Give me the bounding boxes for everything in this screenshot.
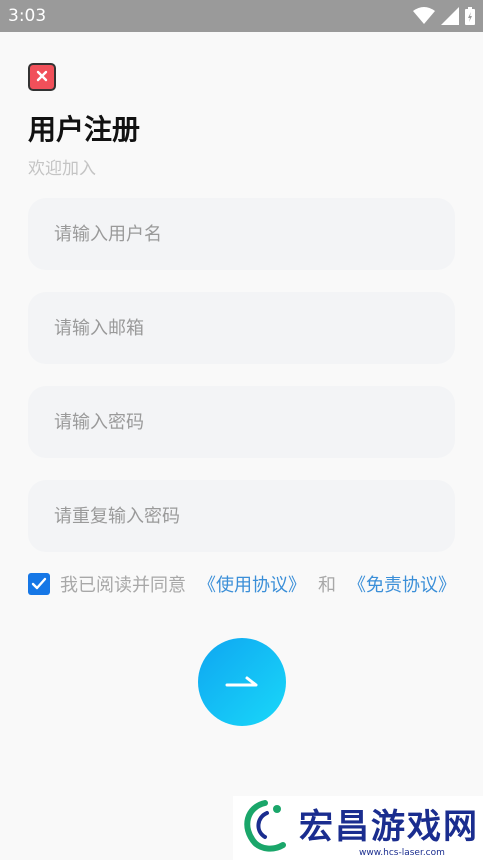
battery-icon	[465, 7, 475, 29]
disclaimer-link[interactable]: 《免责协议》	[348, 571, 456, 597]
user-agreement-link[interactable]: 《使用协议》	[198, 571, 306, 597]
submit-button[interactable]	[198, 638, 286, 726]
wifi-icon	[413, 7, 435, 29]
agreement-checkbox[interactable]	[28, 573, 50, 595]
username-field-container	[28, 198, 455, 270]
username-input[interactable]	[28, 198, 455, 270]
close-button[interactable]	[28, 63, 56, 91]
watermark-url: www.hcs-laser.com	[359, 847, 445, 858]
email-field-container	[28, 292, 455, 364]
arrow-right-icon	[225, 673, 259, 692]
status-bar: 3:03	[0, 0, 483, 32]
agreement-row: 我已阅读并同意 《使用协议》 和 《免责协议》	[28, 572, 456, 596]
close-icon	[35, 68, 49, 87]
email-input[interactable]	[28, 292, 455, 364]
watermark-logo-icon	[237, 799, 293, 857]
watermark: 宏昌游戏网 www.hcs-laser.com	[233, 796, 483, 860]
page-title: 用户注册	[28, 113, 141, 146]
password-input[interactable]	[28, 386, 455, 458]
signal-icon	[441, 7, 459, 29]
agreement-conjunction: 和	[318, 575, 336, 596]
watermark-text: 宏昌游戏网	[299, 806, 479, 847]
confirm-password-input[interactable]	[28, 480, 455, 552]
checkmark-icon	[31, 577, 47, 590]
page-subtitle: 欢迎加入	[28, 159, 96, 179]
confirm-password-field-container	[28, 480, 455, 552]
status-icons	[413, 7, 475, 29]
agreement-prefix: 我已阅读并同意	[60, 575, 186, 596]
password-field-container	[28, 386, 455, 458]
status-time: 3:03	[8, 6, 47, 26]
